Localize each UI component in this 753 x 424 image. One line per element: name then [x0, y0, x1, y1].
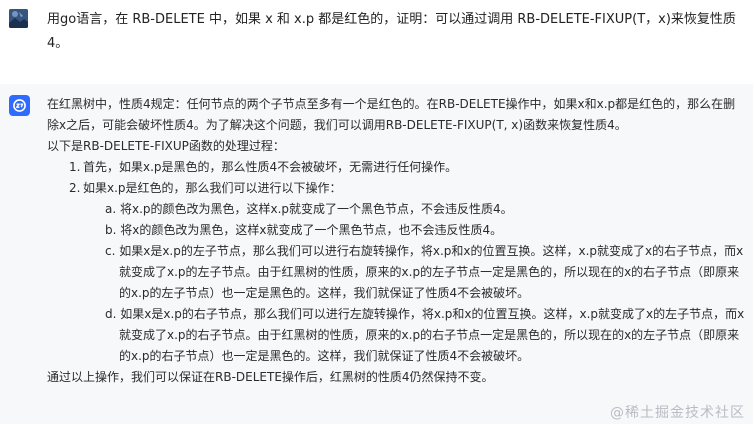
watermark: @稀土掘金技术社区 [610, 402, 745, 422]
substep-list: a. 将x.p的颜色改为黑色，这样x.p就变成了一个黑色节点，不会违反性质4。 … [69, 199, 747, 367]
answer-conclusion: 通过以上操作，我们可以保证在RB-DELETE操作后，红黑树的性质4仍然保持不变… [47, 370, 494, 384]
list-item: a. 将x.p的颜色改为黑色，这样x.p就变成了一个黑色节点，不会违反性质4。 [105, 202, 513, 216]
answer-intro: 在红黑树中，性质4规定：任何节点的两个子节点至多有一个是红色的。在RB-DELE… [47, 97, 736, 132]
step-text: 首先，如果x.p是黑色的，那么性质4不会被破坏，无需进行任何操作。 [83, 160, 458, 174]
user-message: 用go语言，在 RB-DELETE 中，如果 x 和 x.p 都是红色的，证明：… [0, 0, 753, 72]
bot-message: 在红黑树中，性质4规定：任何节点的两个子节点至多有一个是红色的。在RB-DELE… [0, 84, 753, 424]
step-number: 1. [69, 160, 81, 174]
user-avatar [9, 9, 28, 28]
list-item: 2. 如果x.p是红色的，那么我们可以进行以下操作： a. 将x.p的颜色改为黑色… [69, 178, 747, 367]
step-text: 如果x.p是红色的，那么我们可以进行以下操作： [83, 181, 342, 195]
process-heading: 以下是RB-DELETE-FIXUP函数的处理过程： [47, 139, 285, 153]
list-item: c. 如果x是x.p的左子节点，那么我们可以进行右旋转操作，将x.p和x的位置互… [105, 244, 744, 300]
answer-body: 在红黑树中，性质4规定：任何节点的两个子节点至多有一个是红色的。在RB-DELE… [47, 94, 747, 388]
bot-avatar-icon [9, 95, 30, 116]
list-item: b. 将x的颜色改为黑色，这样x就变成了一个黑色节点，也不会违反性质4。 [105, 223, 503, 237]
watermark-text: @稀土掘金技术社区 [610, 405, 745, 421]
step-number: 2. [69, 181, 81, 195]
step-list: 1. 首先，如果x.p是黑色的，那么性质4不会被破坏，无需进行任何操作。 2. 如果… [47, 157, 747, 367]
question-text: 用go语言，在 RB-DELETE 中，如果 x 和 x.p 都是红色的，证明：… [47, 12, 736, 51]
list-item: d. 如果x是x.p的右子节点，那么我们可以进行左旋转操作，将x.p和x的位置互… [105, 307, 745, 363]
list-item: 1. 首先，如果x.p是黑色的，那么性质4不会被破坏，无需进行任何操作。 [69, 157, 747, 178]
